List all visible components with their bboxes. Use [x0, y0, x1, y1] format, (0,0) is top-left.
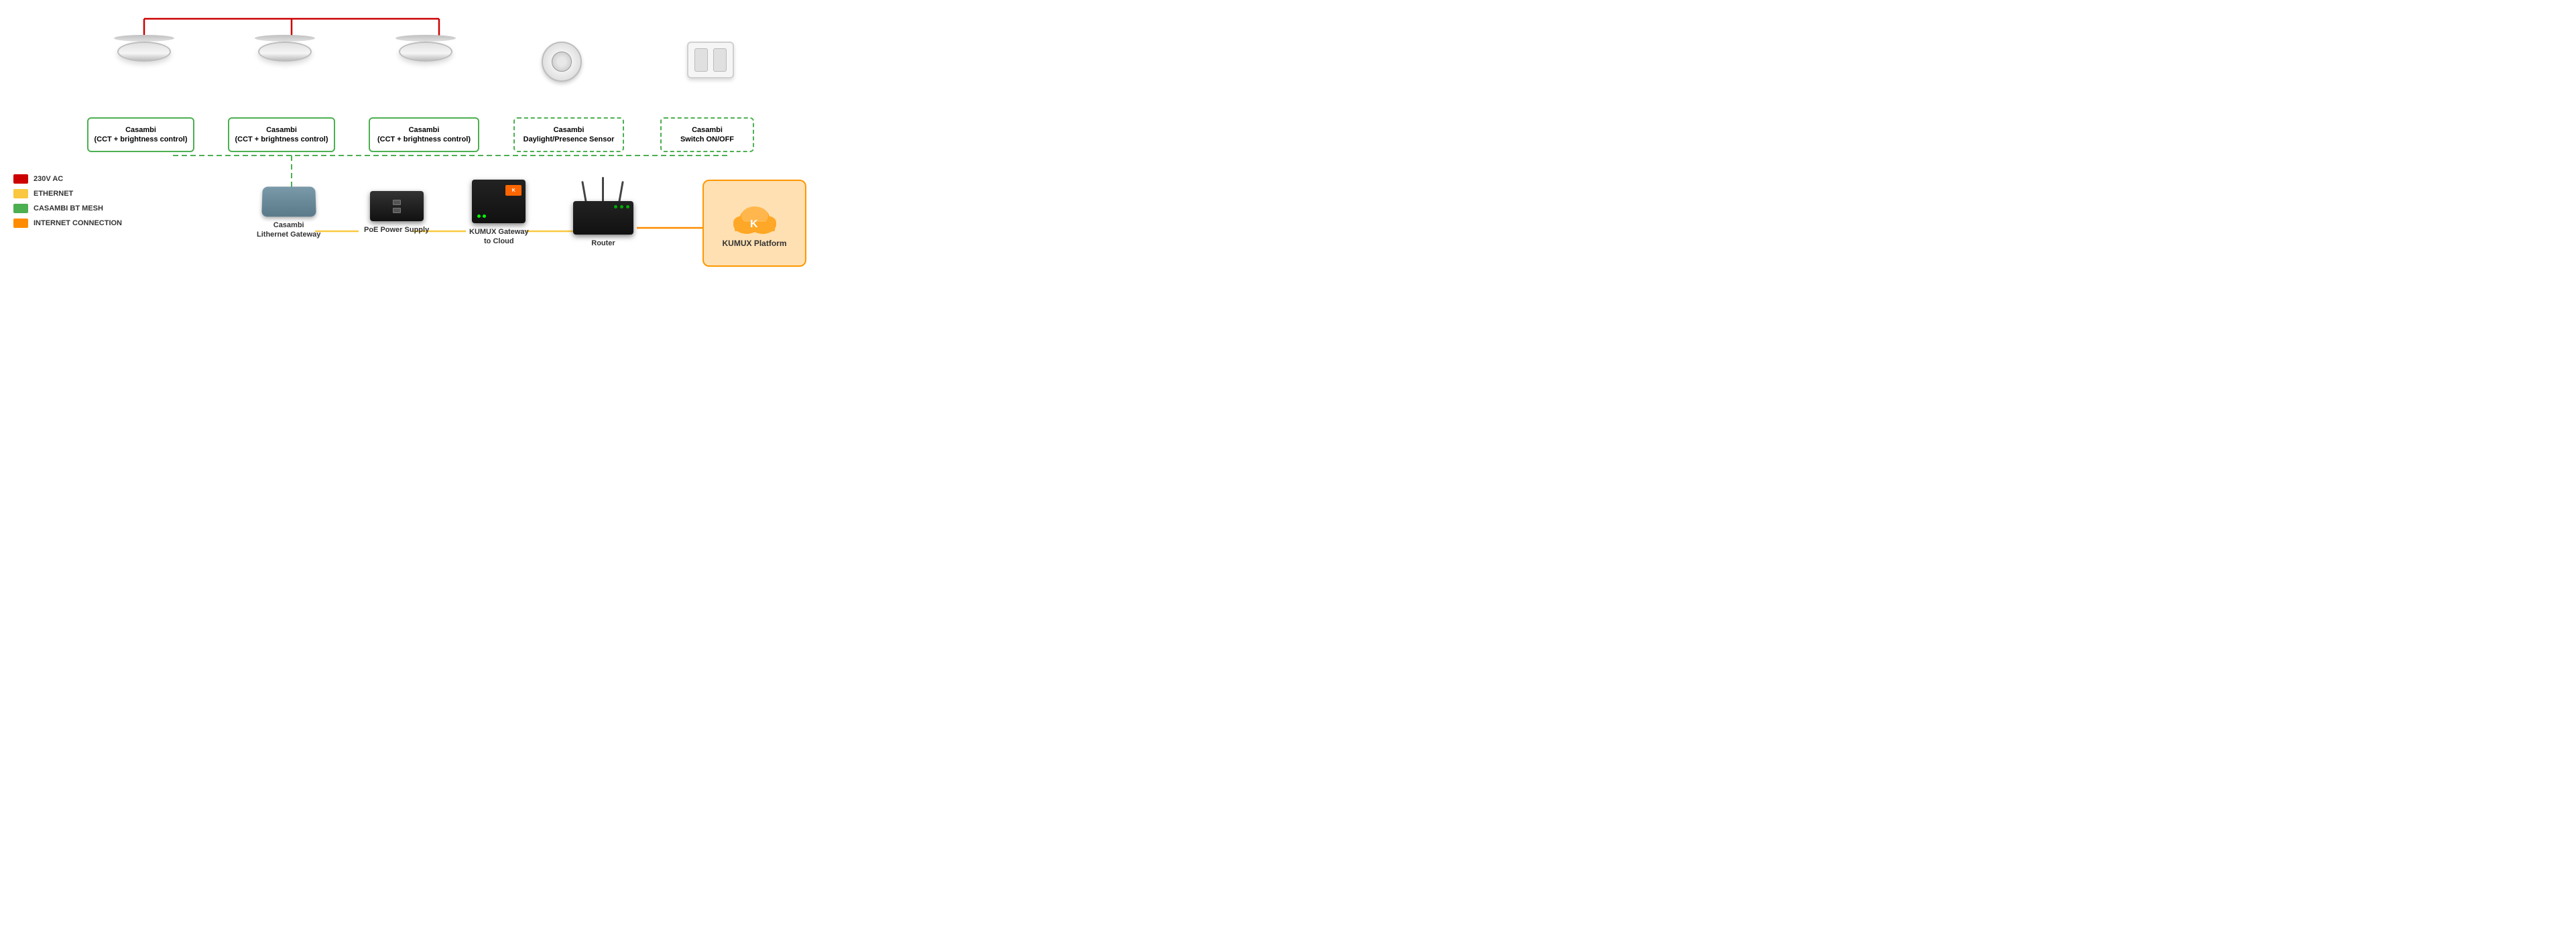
- legend-color-bt: [13, 204, 28, 213]
- sensor-device: [542, 42, 582, 82]
- gateway-label: CasambiLithernet Gateway: [257, 221, 320, 240]
- light3-label-box: Casambi(CCT + brightness control): [369, 117, 479, 152]
- legend-item-inet: INTERNET CONNECTION: [13, 219, 122, 228]
- legend-item-bt: CASAMBI BT MESH: [13, 204, 122, 213]
- fixture-circle-1: [117, 42, 171, 62]
- router-label: Router: [591, 239, 615, 248]
- kumux-logo: K: [505, 185, 522, 196]
- poe-port-2: [393, 208, 401, 213]
- switch-btn-1: [694, 48, 708, 72]
- switch-label: CasambiSwitch ON/OFF: [680, 125, 734, 145]
- light3-label: Casambi(CCT + brightness control): [377, 125, 471, 145]
- kumux-gateway-container: K KUMUX Gatewayto Cloud: [469, 180, 529, 247]
- cloud-icon: K: [728, 199, 782, 236]
- gateway-device: CasambiLithernet Gateway: [257, 186, 320, 240]
- fixture-base-1: [114, 35, 174, 42]
- switch-rect: [687, 42, 734, 78]
- sensor-inner: [552, 52, 572, 72]
- poe-label: PoE Power Supply: [364, 225, 429, 235]
- gateway-hw: [261, 187, 316, 217]
- legend-item-ac: 230V AC: [13, 174, 122, 184]
- diagram-container: Casambi(CCT + brightness control) Casamb…: [0, 0, 858, 311]
- kumux-gw-hw: K: [472, 180, 526, 223]
- router-hw: [573, 201, 633, 235]
- light2-label-box: Casambi(CCT + brightness control): [228, 117, 335, 152]
- poe-port-1: [393, 200, 401, 205]
- fixture-base-2: [255, 35, 315, 42]
- legend-label-eth: ETHERNET: [34, 190, 73, 198]
- light-fixture-1: [114, 37, 174, 62]
- legend: 230V AC ETHERNET CASAMBI BT MESH INTERNE…: [13, 174, 122, 228]
- legend-item-eth: ETHERNET: [13, 189, 122, 198]
- legend-label-ac: 230V AC: [34, 175, 63, 183]
- svg-text:K: K: [750, 219, 758, 230]
- light1-label: Casambi(CCT + brightness control): [94, 125, 187, 145]
- switch-label-box: CasambiSwitch ON/OFF: [660, 117, 754, 152]
- fixture-circle-3: [399, 42, 452, 62]
- kumux-gw-label: KUMUX Gatewayto Cloud: [469, 227, 529, 247]
- light-fixture-2: [255, 37, 315, 62]
- poe-hw: [370, 191, 424, 221]
- light1-label-box: Casambi(CCT + brightness control): [87, 117, 194, 152]
- sensor-circle: [542, 42, 582, 82]
- legend-label-bt: CASAMBI BT MESH: [34, 204, 103, 212]
- poe-device-container: PoE Power Supply: [364, 191, 429, 235]
- sensor-label: CasambiDaylight/Presence Sensor: [524, 125, 615, 145]
- fixture-base-3: [395, 35, 456, 42]
- legend-color-eth: [13, 189, 28, 198]
- platform-box: K KUMUX Platform: [702, 180, 806, 267]
- switch-btn-2: [713, 48, 727, 72]
- switch-device: [687, 42, 734, 78]
- legend-label-inet: INTERNET CONNECTION: [34, 219, 122, 227]
- light2-label: Casambi(CCT + brightness control): [235, 125, 328, 145]
- legend-color-ac: [13, 174, 28, 184]
- legend-color-inet: [13, 219, 28, 228]
- sensor-label-box: CasambiDaylight/Presence Sensor: [513, 117, 624, 152]
- fixture-circle-2: [258, 42, 312, 62]
- platform-label: KUMUX Platform: [722, 239, 786, 248]
- router-container: Router: [573, 181, 633, 248]
- light-fixture-3: [395, 37, 456, 62]
